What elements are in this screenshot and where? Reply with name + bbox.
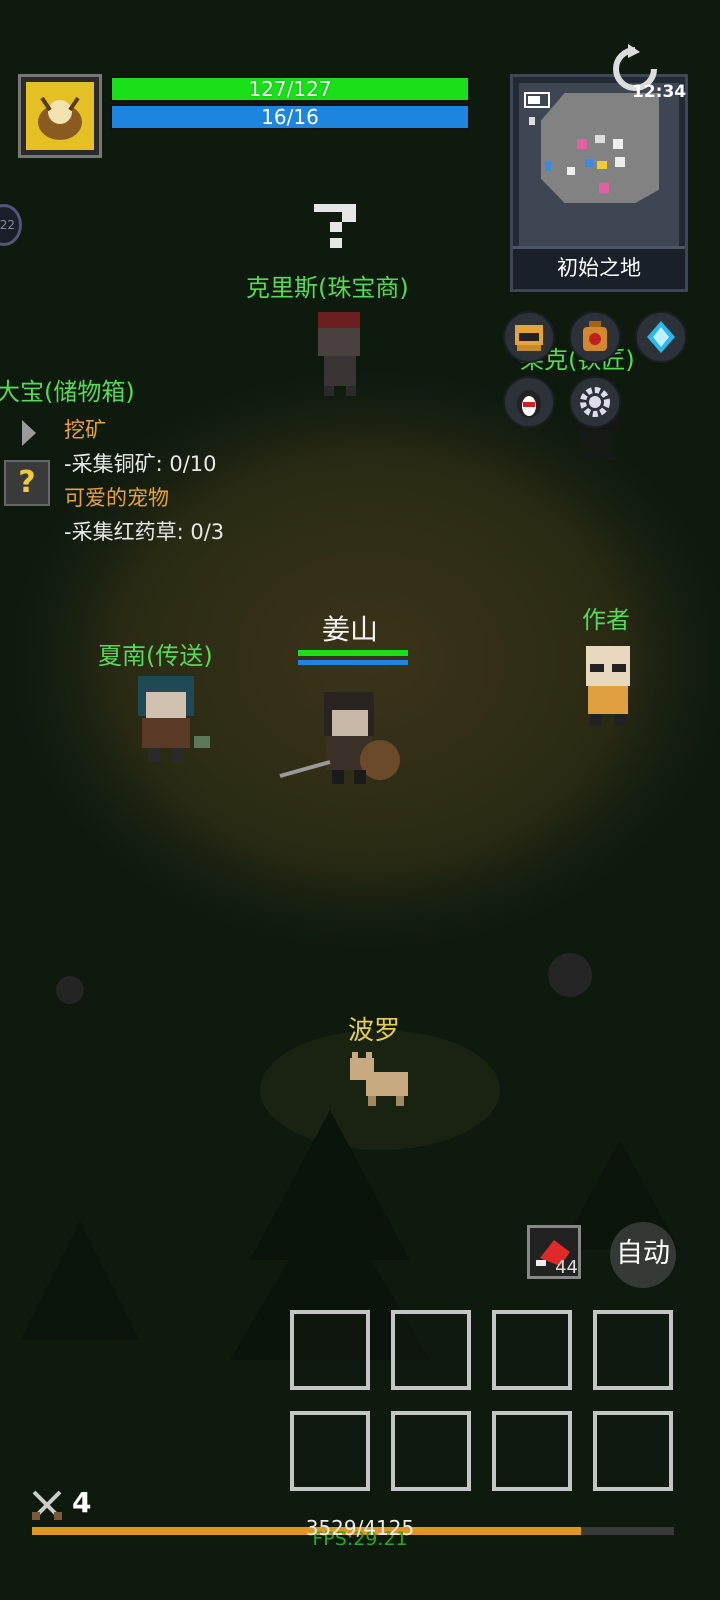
npc-sprite-author[interactable]: [576, 640, 642, 730]
npc-name-jeweler: 克里斯(珠宝商): [246, 274, 409, 302]
npc-name-teleport: 夏南(传送): [98, 642, 213, 670]
bag-icon[interactable]: [569, 311, 621, 363]
quick-item-slot[interactable]: 44: [527, 1225, 581, 1279]
skill-slot[interactable]: [593, 1411, 673, 1491]
pet-sprite[interactable]: [344, 1050, 414, 1108]
item-count: 44: [555, 1257, 578, 1278]
pet-name: 波罗: [348, 1016, 401, 1046]
quest-progress: -采集铜矿: 0/10: [64, 452, 217, 476]
crystal-icon[interactable]: [635, 311, 687, 363]
player-level: 4: [72, 1486, 92, 1519]
npc-sprite-teleport[interactable]: [126, 672, 216, 768]
minimap[interactable]: 初始之地: [510, 74, 688, 292]
quest-title: 挖矿: [64, 418, 106, 442]
minimap-view: [519, 83, 679, 251]
minimap-markers: [524, 92, 625, 193]
player-portrait[interactable]: [18, 74, 102, 158]
gear-icon[interactable]: [569, 376, 621, 428]
skill-slot[interactable]: [492, 1411, 572, 1491]
clock: 12:34: [632, 82, 687, 102]
player-hp-bar: [298, 650, 408, 656]
npc-name-author: 作者: [582, 606, 630, 634]
exp-text: 3529/4125: [305, 1516, 415, 1540]
npc-sprite-jeweler[interactable]: [304, 306, 374, 398]
avatar-icon: [26, 82, 94, 150]
quest-marker-icon[interactable]: ?: [4, 460, 50, 506]
collapse-arrow-icon[interactable]: [18, 418, 40, 448]
auto-button[interactable]: 自动: [610, 1222, 676, 1288]
skill-slot[interactable]: [290, 1411, 370, 1491]
quest-progress: -采集红药草: 0/3: [64, 520, 225, 544]
skill-slot[interactable]: [391, 1310, 471, 1390]
penguin-icon[interactable]: [503, 376, 555, 428]
skill-slot[interactable]: [593, 1310, 673, 1390]
player-name: 姜山: [322, 613, 379, 646]
hp-bar: 127/127: [110, 76, 470, 102]
quest-tracker[interactable]: 挖矿 -采集铜矿: 0/10 可爱的宠物 -采集红药草: 0/3: [64, 414, 224, 550]
player-mp-bar: [298, 660, 408, 665]
mp-bar: 16/16: [110, 104, 470, 130]
quest-title: 可爱的宠物: [64, 486, 169, 510]
helmet-icon[interactable]: [503, 311, 555, 363]
map-location-name: 初始之地: [513, 246, 685, 289]
npc-name-storage: 大宝(储物箱): [0, 378, 135, 406]
skill-slot[interactable]: [391, 1411, 471, 1491]
player-sprite[interactable]: [276, 688, 410, 788]
skill-slot[interactable]: [492, 1310, 572, 1390]
skill-slot[interactable]: [290, 1310, 370, 1390]
quest-available-icon[interactable]: [306, 198, 366, 254]
